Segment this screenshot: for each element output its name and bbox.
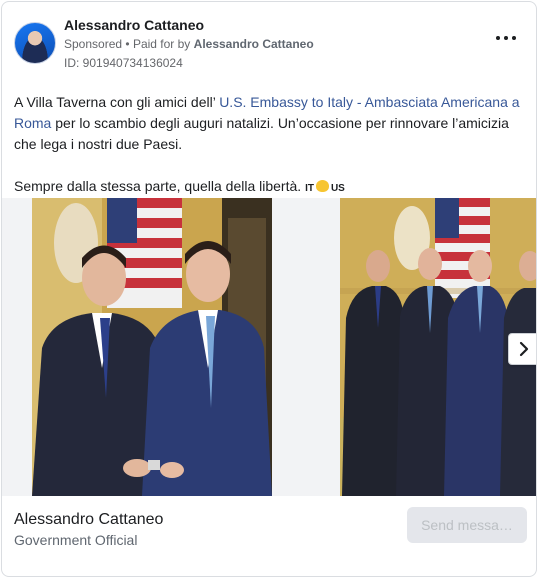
carousel-image-1[interactable] [32,198,272,496]
send-message-button[interactable]: Send messa… [407,507,527,543]
post-text: A Villa Taverna con gli amici dell’ U.S.… [14,92,529,199]
yellow-heart-icon [315,180,329,192]
post-paragraph-2: Sempre dalla stessa parte, quella della … [14,178,345,194]
sponsored-line: Sponsored • Paid for by Alessandro Catta… [64,37,314,51]
sponsored-label: Sponsored [64,37,123,51]
photo-two-men-icon [32,198,272,496]
ad-id: ID: 901940734136024 [64,56,183,70]
dot-separator: • [125,37,133,51]
author-name[interactable]: Alessandro Cattaneo [64,17,204,33]
flag-us-emoji: US [330,183,345,194]
footer-page-name[interactable]: Alessandro Cattaneo [14,511,163,529]
carousel-next-button[interactable] [508,333,536,365]
more-options-icon[interactable] [494,30,518,46]
paid-for-name: Alessandro Cattaneo [193,37,314,51]
avatar[interactable] [14,22,56,64]
carousel-gap [302,198,310,496]
footer-page-category: Government Official [14,532,138,548]
chevron-right-icon [519,341,529,357]
post-paragraph-1: A Villa Taverna con gli amici dell’ U.S.… [14,94,520,152]
ad-card: Alessandro Cattaneo Sponsored • Paid for… [1,1,537,577]
image-carousel[interactable] [2,198,536,496]
paid-for-prefix: Paid for by [132,37,191,51]
flag-it-emoji: IT [305,183,314,194]
